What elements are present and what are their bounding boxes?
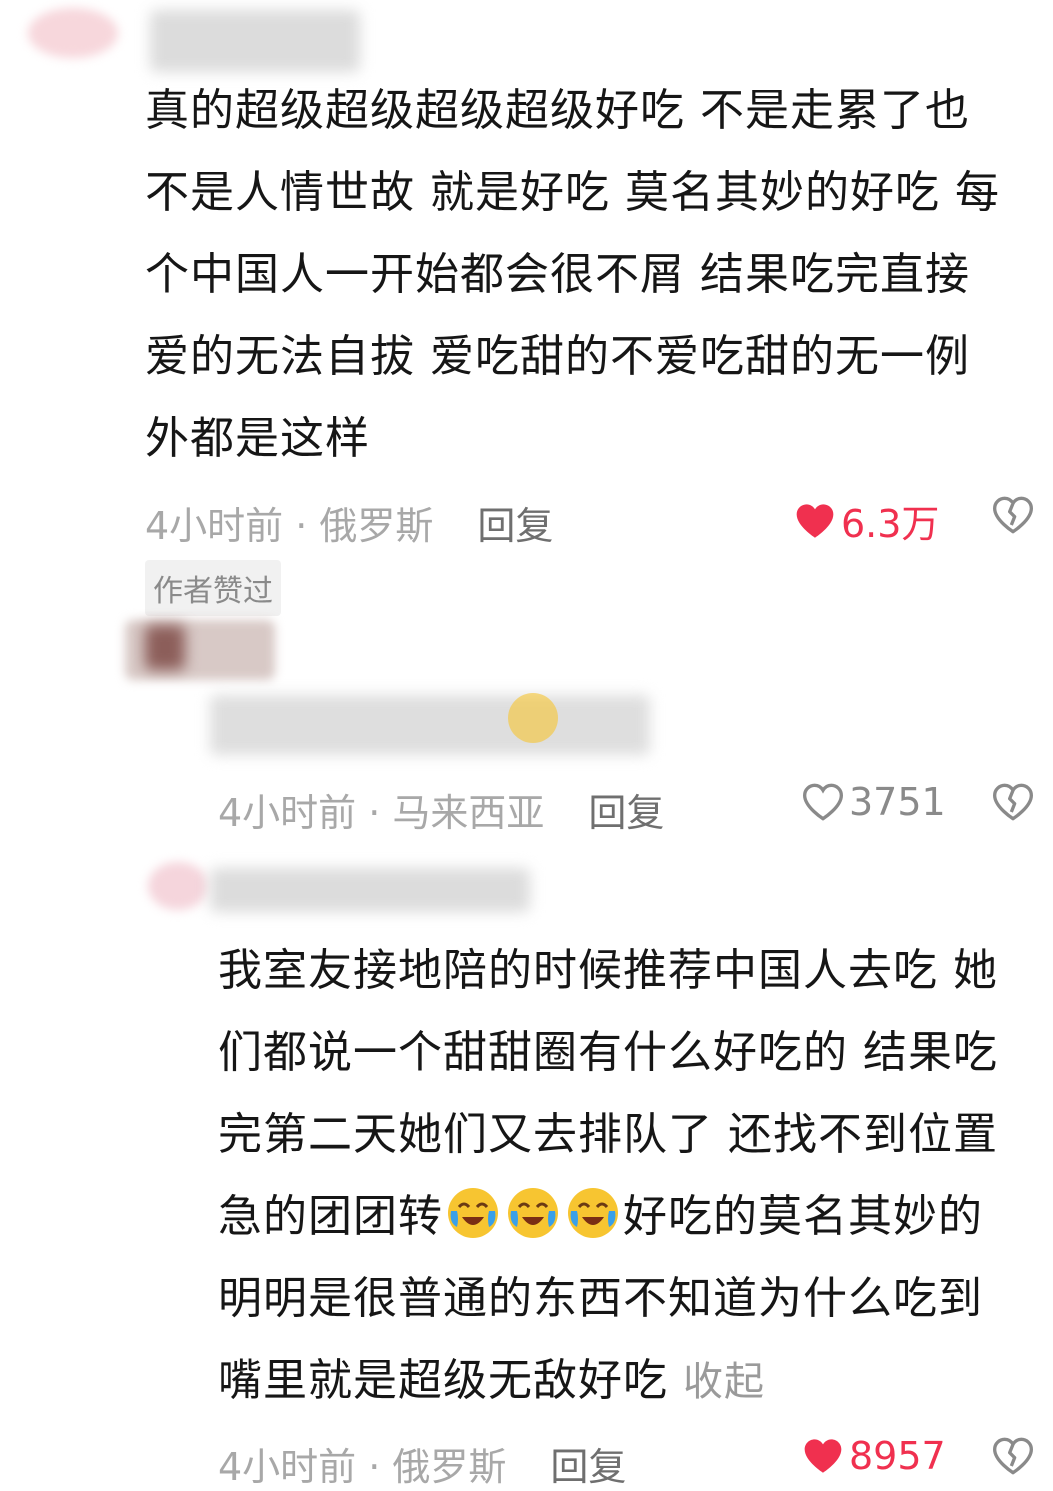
crying-laughing-emoji <box>508 1188 558 1238</box>
username-redacted[interactable] <box>210 868 530 912</box>
dislike-button[interactable] <box>993 496 1033 538</box>
time-location: 4小时前 · 马来西亚 <box>218 791 545 835</box>
like-button[interactable]: 6.3万 <box>795 493 939 548</box>
like-count: 3751 <box>849 780 946 824</box>
username-redacted[interactable] <box>145 625 185 670</box>
avatar[interactable] <box>28 8 118 58</box>
comment-line: 明明是很普通的东西不知道为什么吃到 <box>218 1273 983 1324</box>
broken-heart-icon <box>993 1437 1033 1475</box>
comment-body: 我室友接地陪的时候推荐中国人去吃 她 们都说一个甜甜圈有什么好吃的 结果吃 完第… <box>218 930 1048 1423</box>
comment-body-redacted <box>210 695 650 755</box>
reply-button[interactable]: 回复 <box>588 782 664 837</box>
comment-line: 我室友接地陪的时候推荐中国人去吃 她 <box>218 945 998 996</box>
comment-meta: 4小时前 · 俄罗斯 回复 <box>145 495 553 550</box>
like-button[interactable]: 3751 <box>803 780 946 824</box>
collapse-link[interactable]: 收起 <box>683 1359 765 1405</box>
time-location: 4小时前 · 俄罗斯 <box>218 1445 507 1489</box>
author-liked-badge: 作者赞过 <box>145 560 281 616</box>
like-count: 6.3万 <box>841 502 940 546</box>
broken-heart-icon <box>993 496 1033 534</box>
crying-laughing-emoji <box>508 693 558 743</box>
heart-icon <box>804 1439 842 1473</box>
dislike-button[interactable] <box>993 783 1033 825</box>
heart-icon <box>796 503 834 538</box>
comment-meta: 4小时前 · 马来西亚 回复 <box>218 782 664 837</box>
reply-button[interactable]: 回复 <box>477 495 553 550</box>
comment-line: 嘴里就是超级无敌好吃 收起 <box>218 1355 765 1406</box>
comment-body: 真的超级超级超级超级好吃 不是走累了也 不是人情世故 就是好吃 莫名其妙的好吃 … <box>145 85 1000 464</box>
avatar[interactable] <box>148 862 208 910</box>
username-redacted[interactable] <box>150 10 360 72</box>
heart-icon <box>803 783 843 821</box>
time-location: 4小时前 · 俄罗斯 <box>145 504 434 548</box>
comment-line: 急的团团转 好吃的莫名其妙的 <box>218 1176 1048 1258</box>
like-count: 8957 <box>849 1434 946 1478</box>
comment-meta: 4小时前 · 俄罗斯 回复 <box>218 1436 626 1491</box>
broken-heart-icon <box>993 783 1033 821</box>
like-button[interactable]: 8957 <box>803 1434 946 1478</box>
comment-line: 们都说一个甜甜圈有什么好吃的 结果吃 <box>218 1027 998 1078</box>
crying-laughing-emoji <box>568 1188 618 1238</box>
comment-line: 完第二天她们又去排队了 还找不到位置 <box>218 1109 998 1160</box>
reply-button[interactable]: 回复 <box>550 1436 626 1491</box>
dislike-button[interactable] <box>993 1437 1033 1479</box>
crying-laughing-emoji <box>448 1188 498 1238</box>
